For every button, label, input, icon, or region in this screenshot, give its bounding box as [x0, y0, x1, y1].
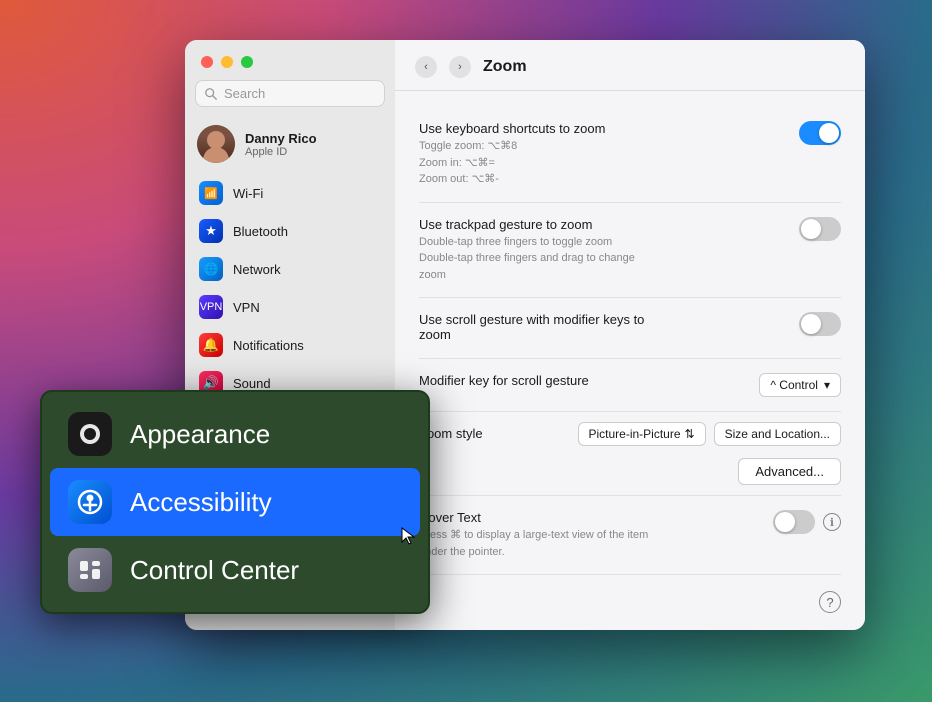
- hover-text-toggle[interactable]: [773, 510, 815, 534]
- content-area: ‹ › Zoom Use keyboard shortcuts to zoom …: [395, 40, 865, 630]
- sidebar-item-network[interactable]: 🌐 Network: [191, 251, 389, 287]
- trackpad-gesture-row: Use trackpad gesture to zoom Double-tap …: [419, 203, 841, 299]
- toggle-knob-3: [801, 314, 821, 334]
- scroll-gesture-control: [799, 312, 841, 336]
- content-body: Use keyboard shortcuts to zoom Toggle zo…: [395, 91, 865, 630]
- search-icon: [204, 87, 218, 101]
- sidebar-label-notifications: Notifications: [233, 338, 304, 353]
- sidebar-label-sound: Sound: [233, 376, 271, 391]
- advanced-row: Advanced...: [419, 450, 841, 496]
- user-profile[interactable]: Danny Rico Apple ID: [185, 117, 395, 175]
- hover-text-info: Hover Text Press ⌘ to display a large-te…: [419, 510, 651, 560]
- scroll-gesture-row: Use scroll gesture with modifier keys to…: [419, 298, 841, 359]
- trackpad-gesture-sub: Double-tap three fingers to toggle zoomD…: [419, 234, 651, 284]
- sidebar-label-network: Network: [233, 262, 281, 277]
- user-info: Danny Rico Apple ID: [245, 131, 317, 158]
- sidebar-label-vpn: VPN: [233, 300, 260, 315]
- notifications-icon: 🔔: [199, 333, 223, 357]
- bluetooth-icon: ★: [199, 219, 223, 243]
- sidebar-item-vpn[interactable]: VPN VPN: [191, 289, 389, 325]
- trackpad-gesture-label: Use trackpad gesture to zoom: [419, 217, 651, 232]
- forward-button[interactable]: ›: [449, 56, 471, 78]
- hover-text-row: Hover Text Press ⌘ to display a large-te…: [419, 496, 841, 575]
- control-center-icon-large: [68, 548, 112, 592]
- traffic-lights: [185, 40, 395, 80]
- keyboard-shortcuts-sub: Toggle zoom: ⌥⌘8Zoom in: ⌥⌘=Zoom out: ⌥⌘…: [419, 138, 651, 188]
- fullscreen-button[interactable]: [241, 56, 253, 68]
- modifier-key-dropdown[interactable]: ^ Control ▾: [759, 373, 841, 397]
- sidebar-item-bluetooth[interactable]: ★ Bluetooth: [191, 213, 389, 249]
- keyboard-shortcuts-control: [799, 121, 841, 145]
- user-subtitle: Apple ID: [245, 146, 317, 158]
- cursor-arrow: [400, 526, 416, 546]
- magnified-label-accessibility: Accessibility: [130, 487, 272, 518]
- zoom-style-dropdown[interactable]: Picture-in-Picture ⇅: [578, 422, 706, 446]
- zoom-style-arrows: ⇅: [685, 427, 695, 441]
- keyboard-shortcuts-toggle[interactable]: [799, 121, 841, 145]
- magnified-label-control-center: Control Center: [130, 555, 299, 586]
- avatar: [197, 125, 235, 163]
- toggle-knob: [819, 123, 839, 143]
- minimize-button[interactable]: [221, 56, 233, 68]
- toggle-knob-2: [801, 219, 821, 239]
- hover-text-info-icon[interactable]: ℹ: [823, 513, 841, 531]
- back-button[interactable]: ‹: [415, 56, 437, 78]
- zoom-style-value: Picture-in-Picture: [589, 427, 681, 441]
- magnified-item-accessibility[interactable]: Accessibility: [50, 468, 420, 536]
- magnified-label-appearance: Appearance: [130, 419, 270, 450]
- modifier-key-row: Modifier key for scroll gesture ^ Contro…: [419, 359, 841, 412]
- wifi-icon: 📶: [199, 181, 223, 205]
- user-name: Danny Rico: [245, 131, 317, 146]
- appearance-icon-large: [68, 412, 112, 456]
- search-placeholder: Search: [224, 86, 265, 101]
- scroll-gesture-toggle[interactable]: [799, 312, 841, 336]
- zoom-style-row: Zoom style Picture-in-Picture ⇅ Size and…: [419, 412, 841, 450]
- advanced-button[interactable]: Advanced...: [738, 458, 841, 485]
- sidebar-label-wifi: Wi-Fi: [233, 186, 263, 201]
- toggle-knob-4: [775, 512, 795, 532]
- scroll-gesture-label: Use scroll gesture with modifier keys to…: [419, 312, 651, 342]
- modifier-key-label: Modifier key for scroll gesture: [419, 373, 651, 388]
- trackpad-gesture-toggle[interactable]: [799, 217, 841, 241]
- keyboard-shortcuts-info: Use keyboard shortcuts to zoom Toggle zo…: [419, 121, 651, 188]
- magnified-item-control-center[interactable]: Control Center: [50, 536, 420, 604]
- modifier-key-info: Modifier key for scroll gesture: [419, 373, 651, 390]
- size-location-button[interactable]: Size and Location...: [714, 422, 841, 446]
- modifier-key-value: ^ Control: [770, 378, 818, 392]
- content-title: Zoom: [483, 58, 527, 76]
- sidebar-label-bluetooth: Bluetooth: [233, 224, 288, 239]
- network-icon: 🌐: [199, 257, 223, 281]
- content-header: ‹ › Zoom: [395, 40, 865, 91]
- keyboard-shortcuts-label: Use keyboard shortcuts to zoom: [419, 121, 651, 136]
- vpn-icon: VPN: [199, 295, 223, 319]
- hover-text-label: Hover Text: [419, 510, 651, 525]
- trackpad-gesture-control: [799, 217, 841, 241]
- magnified-sidebar-panel: Appearance Accessibility Control Center: [40, 390, 430, 614]
- modifier-key-control: ^ Control ▾: [759, 373, 841, 397]
- hover-text-sub: Press ⌘ to display a large-text view of …: [419, 527, 651, 560]
- magnified-item-appearance[interactable]: Appearance: [50, 400, 420, 468]
- trackpad-gesture-info: Use trackpad gesture to zoom Double-tap …: [419, 217, 651, 284]
- sidebar-item-notifications[interactable]: 🔔 Notifications: [191, 327, 389, 363]
- sidebar-item-wifi[interactable]: 📶 Wi-Fi: [191, 175, 389, 211]
- hover-text-control: ℹ: [773, 510, 841, 534]
- accessibility-icon-large: [68, 480, 112, 524]
- search-bar[interactable]: Search: [195, 80, 385, 107]
- help-button[interactable]: ?: [819, 591, 841, 613]
- keyboard-shortcuts-row: Use keyboard shortcuts to zoom Toggle zo…: [419, 107, 841, 203]
- chevron-down-icon: ▾: [824, 378, 830, 392]
- close-button[interactable]: [201, 56, 213, 68]
- scroll-gesture-info: Use scroll gesture with modifier keys to…: [419, 312, 651, 344]
